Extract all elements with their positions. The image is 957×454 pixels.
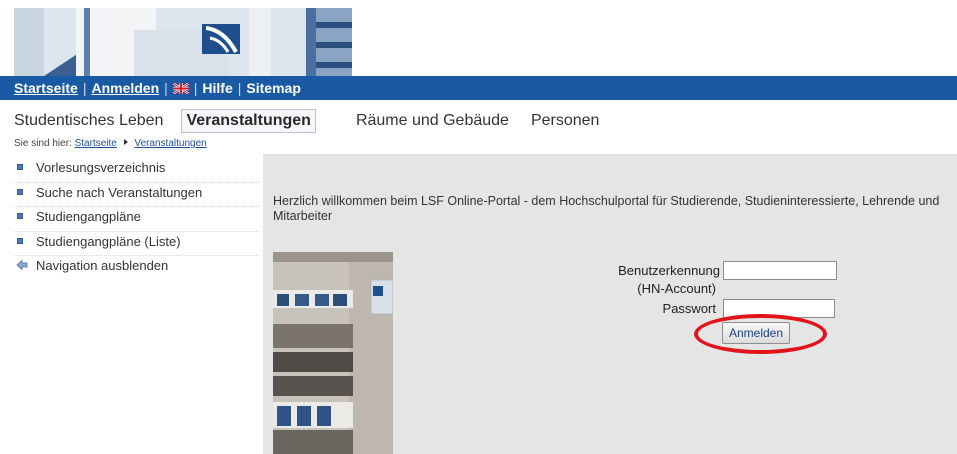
nav-separator: | <box>164 80 168 96</box>
sidebar-item-navigation-ausblenden[interactable]: Navigation ausblenden <box>14 256 259 281</box>
nav-separator: | <box>193 80 198 96</box>
sidebar-item-suche-nach-veranstaltungen[interactable]: Suche nach Veranstaltungen <box>14 183 259 207</box>
arrow-left-icon <box>16 259 28 271</box>
main-navigation: Studentisches Leben Veranstaltungen Räum… <box>0 106 957 136</box>
banner-image <box>14 8 410 76</box>
login-submit-button[interactable]: Anmelden <box>722 322 790 344</box>
building-photo <box>273 252 393 454</box>
tab-personen[interactable]: Personen <box>531 112 600 130</box>
breadcrumb-arrow-icon <box>123 139 128 145</box>
username-input[interactable] <box>723 261 837 280</box>
square-bullet-icon <box>17 237 23 244</box>
nav-link-sitemap[interactable]: Sitemap <box>246 80 300 96</box>
sidebar-item-label: Studiengangpläne <box>36 209 141 224</box>
nav-separator: | <box>82 80 87 96</box>
english-flag-icon[interactable] <box>172 80 189 96</box>
top-navigation-bar: Startseite | Anmelden | | Hilfe | Sitema… <box>0 76 957 100</box>
password-label: Passwort <box>662 301 716 316</box>
password-input[interactable] <box>723 299 835 318</box>
sidebar-item-label: Navigation ausblenden <box>36 258 169 273</box>
nav-link-startseite[interactable]: Startseite <box>14 80 78 96</box>
breadcrumb: Sie sind hier: Startseite Veranstaltunge… <box>14 138 207 149</box>
nav-link-hilfe[interactable]: Hilfe <box>202 80 232 96</box>
square-bullet-icon <box>17 164 23 170</box>
sidebar-item-vorlesungsverzeichnis[interactable]: Vorlesungsverzeichnis <box>14 158 259 183</box>
sidebar-item-label: Vorlesungsverzeichnis <box>36 160 166 175</box>
square-bullet-icon <box>17 188 23 195</box>
username-label: Benutzerkennung <box>618 263 720 278</box>
breadcrumb-link-startseite[interactable]: Startseite <box>75 138 117 149</box>
square-bullet-icon <box>17 213 23 219</box>
sidebar-item-label: Suche nach Veranstaltungen <box>36 184 203 200</box>
sidebar-item-studiengangplaene[interactable]: Studiengangpläne <box>14 207 259 232</box>
sidebar-item-studiengangplaene-liste[interactable]: Studiengangpläne (Liste) <box>14 232 259 256</box>
tab-veranstaltungen[interactable]: Veranstaltungen <box>181 109 316 133</box>
sidebar: Vorlesungsverzeichnis Suche nach Veranst… <box>14 158 259 281</box>
header-banner <box>0 0 957 76</box>
tab-studentisches-leben[interactable]: Studentisches Leben <box>14 112 163 130</box>
tab-raeume-und-gebaeude[interactable]: Räume und Gebäude <box>356 112 509 130</box>
username-sublabel: (HN-Account) <box>637 281 716 296</box>
sidebar-item-label: Studiengangpläne (Liste) <box>36 233 181 249</box>
nav-link-anmelden[interactable]: Anmelden <box>91 80 159 96</box>
welcome-text: Herzlich willkommen beim LSF Online-Port… <box>273 194 940 223</box>
breadcrumb-link-veranstaltungen[interactable]: Veranstaltungen <box>134 138 206 149</box>
nav-separator: | <box>237 80 242 96</box>
breadcrumb-prefix: Sie sind hier: <box>14 138 72 149</box>
